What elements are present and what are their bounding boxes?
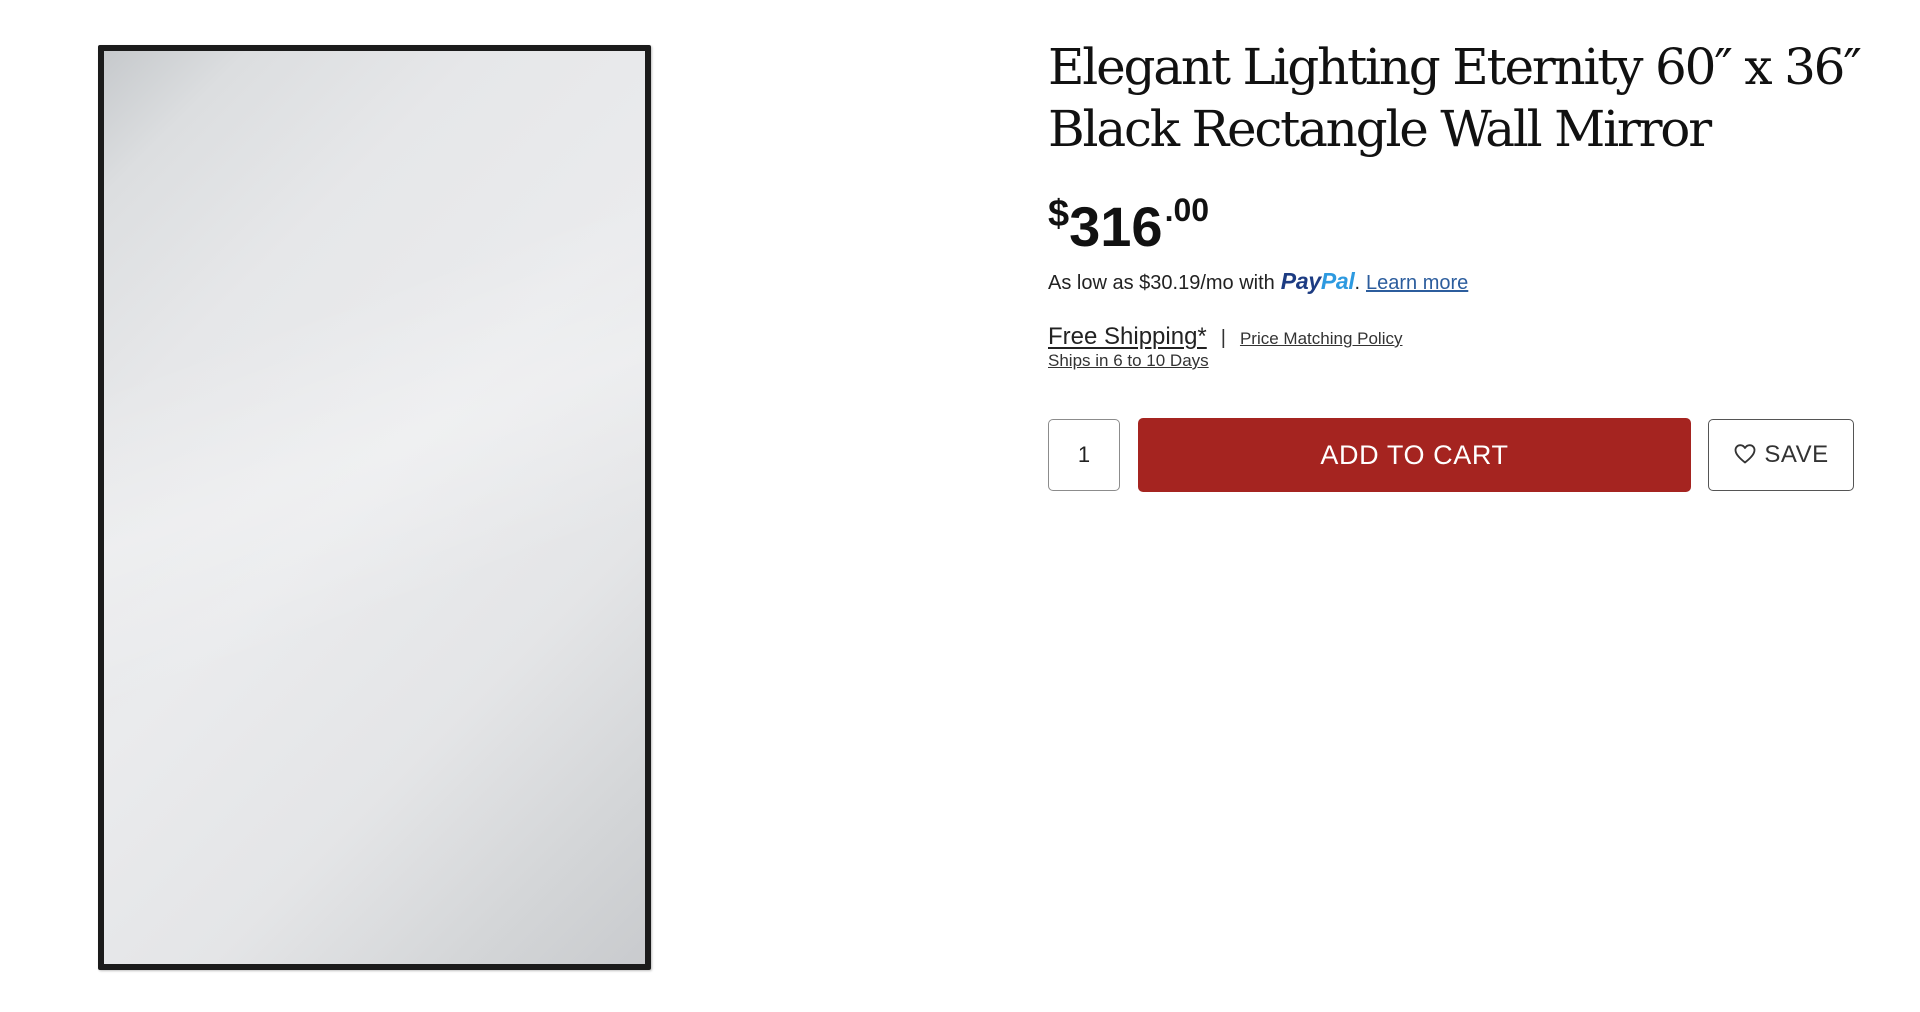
- save-label: SAVE: [1764, 441, 1829, 468]
- quantity-input[interactable]: [1048, 419, 1120, 491]
- price-matching-policy-link[interactable]: Price Matching Policy: [1240, 329, 1403, 349]
- paypal-logo-pay: Pay: [1280, 268, 1321, 294]
- free-shipping-link[interactable]: Free Shipping*: [1048, 323, 1207, 351]
- product-title-line-2: Black Rectangle Wall Mirror: [1048, 100, 1712, 158]
- separator: |: [1220, 327, 1226, 349]
- price-dollars: 316: [1069, 195, 1163, 258]
- financing-text: As low as $30.19/mo with: [1048, 272, 1275, 294]
- learn-more-link[interactable]: Learn more: [1366, 272, 1468, 295]
- product-image[interactable]: [98, 45, 651, 970]
- paypal-financing: As low as $30.19/mo with PayPal. Learn m…: [1048, 268, 1868, 295]
- price-cents: .00: [1164, 192, 1210, 228]
- product-title: Elegant Lighting Eternity 60″ x 36″ Blac…: [1048, 36, 1868, 160]
- product-details: Elegant Lighting Eternity 60″ x 36″ Blac…: [1048, 36, 1868, 492]
- shipping-info: Free Shipping* | Price Matching Policy: [1048, 323, 1868, 351]
- paypal-logo-pal: Pal: [1320, 268, 1355, 294]
- paypal-logo: PayPal: [1281, 268, 1355, 295]
- product-title-line-1: Elegant Lighting Eternity 60″ x 36″: [1048, 38, 1862, 96]
- add-to-cart-button[interactable]: ADD TO CART: [1138, 418, 1691, 492]
- heart-outline-icon: [1734, 444, 1756, 464]
- financing-period: .: [1354, 272, 1360, 294]
- ships-in-link[interactable]: Ships in 6 to 10 Days: [1048, 351, 1209, 370]
- product-price: $ 316 .00: [1048, 192, 1868, 256]
- add-to-cart-row: ADD TO CART SAVE: [1048, 418, 1868, 492]
- price-currency: $: [1048, 193, 1070, 235]
- save-button[interactable]: SAVE: [1708, 419, 1854, 491]
- mirror-reflection: [104, 51, 645, 964]
